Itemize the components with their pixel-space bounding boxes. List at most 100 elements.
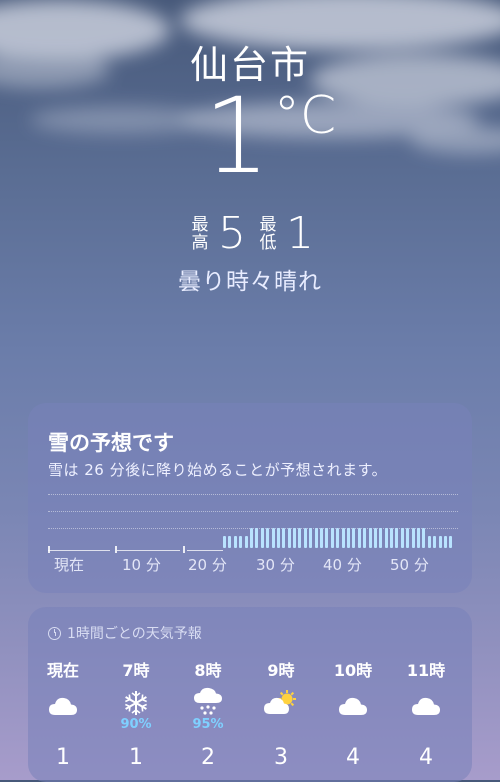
graph-baseline (48, 549, 110, 551)
snow-forecast-card[interactable]: 雪の予想です 雪は 26 分後に降り始めることが予想されます。 現在 10 分 20… (28, 403, 472, 593)
temperature-unit: °C (273, 86, 337, 146)
high-value: 5 (218, 208, 246, 259)
precip-bar (395, 528, 399, 548)
precip-bar (325, 528, 329, 548)
precip-bar (341, 528, 345, 548)
precip-bar (400, 528, 404, 548)
precip-bar (363, 528, 367, 548)
hourly-time: 9時 (267, 661, 295, 680)
hourly-list[interactable]: 現在 1 7時 90% 1 8時 95% 2 9時 3 10時 4 11時 4 (28, 657, 472, 770)
precip-bar (438, 536, 442, 548)
sun-behind-cloud-icon (246, 683, 316, 717)
high-label: 最高 (191, 215, 209, 253)
precip-bar (422, 528, 426, 548)
precip-bar (427, 536, 431, 548)
graph-time-label: 現在 (54, 556, 85, 574)
precip-bar (271, 528, 275, 548)
cloud-icon (391, 683, 461, 717)
weather-condition: 曇り時々晴れ (178, 269, 322, 295)
precip-chance: 95% (192, 717, 224, 732)
low-label: 最低 (259, 215, 277, 253)
precip-bar (223, 536, 227, 548)
precip-bar (287, 528, 291, 548)
graph-time-labels: 現在 10 分 20 分 30 分 40 分 50 分 (48, 554, 468, 574)
hourly-temperature: 1 (56, 745, 70, 770)
hourly-temperature: 4 (346, 745, 360, 770)
precip-bar (346, 528, 350, 548)
precip-bar (449, 536, 453, 548)
hourly-item[interactable]: 10時 4 (318, 657, 388, 773)
precip-chance (246, 717, 316, 733)
precip-bar (260, 528, 264, 548)
current-temperature: 1°C (190, 84, 350, 188)
precip-bar (266, 528, 270, 548)
temperature-value: 1 (203, 75, 270, 197)
graph-tick (182, 546, 185, 553)
grid-line (48, 494, 458, 495)
precip-bar (330, 528, 334, 548)
precip-bar (416, 528, 420, 548)
precip-chance: 90% (120, 717, 152, 732)
precip-bar (293, 528, 297, 548)
hourly-temperature: 4 (419, 745, 433, 770)
precip-bar (276, 528, 280, 548)
precip-bar (357, 528, 361, 548)
precip-bar (379, 528, 383, 548)
clock-icon (48, 626, 61, 640)
low-value: 1 (286, 208, 314, 259)
precip-bar (303, 528, 307, 548)
precip-bar (368, 528, 372, 548)
graph-time-label: 20 分 (188, 556, 227, 574)
precip-bar (373, 528, 377, 548)
precip-bar (228, 536, 232, 548)
hourly-item[interactable]: 9時 3 (246, 657, 316, 773)
hourly-temperature: 3 (274, 745, 288, 770)
grid-line (48, 511, 458, 512)
precip-bar (336, 528, 340, 548)
hourly-time: 8時 (194, 661, 222, 680)
precip-bar (406, 528, 410, 548)
snow-card-description: 雪は 26 分後に降り始めることが予想されます。 (48, 461, 388, 479)
precip-bar (255, 528, 259, 548)
hourly-time: 11時 (406, 661, 446, 680)
precip-bar (239, 536, 243, 548)
precipitation-graph (48, 488, 458, 553)
precip-bar (250, 528, 253, 548)
graph-time-label: 10 分 (122, 556, 161, 574)
graph-time-label: 30 分 (256, 556, 295, 574)
precip-bar (384, 528, 388, 548)
hourly-item[interactable]: 現在 1 (28, 657, 98, 773)
graph-time-label: 40 分 (323, 556, 362, 574)
precip-bar (314, 528, 318, 548)
graph-time-label: 50 分 (390, 556, 429, 574)
precip-bar (244, 536, 248, 548)
hourly-time: 10時 (333, 661, 373, 680)
precip-chance (391, 717, 461, 733)
graph-tick (48, 546, 50, 553)
snow-card-title: 雪の予想です (48, 431, 174, 455)
precip-bar (390, 528, 394, 548)
hourly-time: 7時 (122, 661, 150, 680)
hourly-forecast-card[interactable]: 1時間ごとの天気予報 現在 1 7時 90% 1 8時 95% 2 9時 3 10時 4 11時 4 (28, 607, 472, 782)
hourly-temperature: 1 (129, 745, 143, 770)
cloud-icon (318, 683, 388, 717)
precip-chance (28, 717, 98, 733)
hourly-time: 現在 (46, 661, 79, 680)
precip-bar (233, 536, 237, 548)
precip-bar (309, 528, 313, 548)
high-low: 最高 5 最低 1 (190, 210, 320, 258)
cloud-icon (28, 683, 98, 717)
precip-bar (433, 536, 437, 548)
hourly-item[interactable]: 7時 90% 1 (101, 657, 171, 773)
snowflake-icon (101, 683, 171, 717)
precip-bar (282, 528, 286, 548)
hourly-temperature: 2 (201, 745, 215, 770)
precip-chance (318, 717, 388, 733)
snow-cloud-icon (173, 683, 243, 717)
graph-baseline (186, 549, 224, 551)
hourly-item[interactable]: 8時 95% 2 (173, 657, 243, 773)
hourly-heading: 1時間ごとの天気予報 (48, 623, 202, 643)
precip-bar (320, 528, 324, 548)
hourly-heading-text: 1時間ごとの天気予報 (67, 626, 202, 642)
hourly-item[interactable]: 11時 4 (391, 657, 461, 773)
